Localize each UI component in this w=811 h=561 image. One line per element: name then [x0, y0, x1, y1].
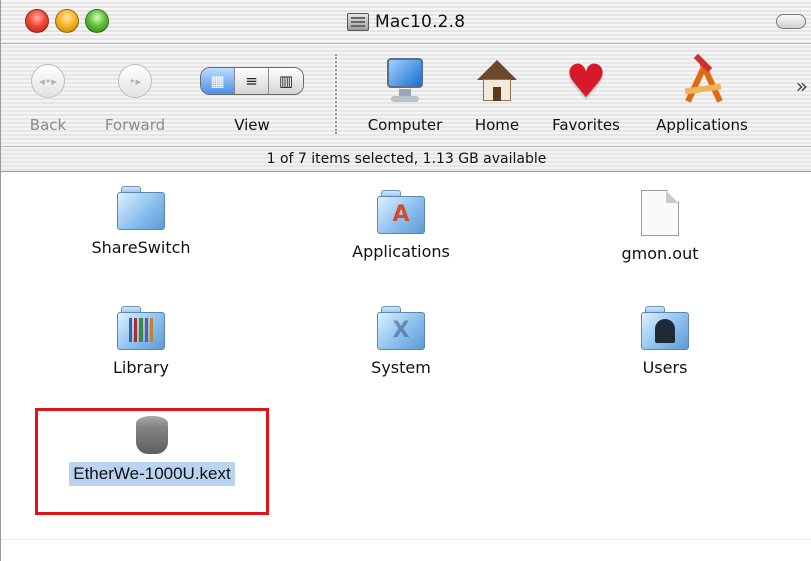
- file-label: gmon.out: [621, 244, 699, 263]
- applications-button[interactable]: Applications: [645, 44, 759, 146]
- home-icon: [475, 58, 519, 104]
- view-control: ▦ ≡ ▥ View: [193, 44, 311, 146]
- document-icon: [641, 190, 679, 236]
- status-text: 1 of 7 items selected, 1.13 GB available: [266, 151, 547, 167]
- favorites-label: Favorites: [552, 116, 620, 134]
- system-folder-icon: X: [377, 306, 425, 350]
- title-bar[interactable]: Mac10.2.8: [1, 0, 811, 44]
- close-button[interactable]: [25, 9, 49, 33]
- file-item-shareswitch[interactable]: ShareSwitch: [71, 186, 211, 259]
- computer-icon: [385, 58, 425, 104]
- icon-view-icon[interactable]: ▦: [201, 68, 235, 94]
- hard-disk-icon: [347, 13, 369, 31]
- computer-button[interactable]: Computer: [357, 44, 453, 146]
- view-segmented-control[interactable]: ▦ ≡ ▥: [200, 67, 304, 95]
- file-item-library[interactable]: Library: [71, 306, 211, 379]
- toolbar-overflow-icon[interactable]: »: [796, 74, 808, 98]
- computer-label: Computer: [367, 116, 443, 134]
- forward-button[interactable]: •▸ Forward: [95, 44, 175, 146]
- list-view-icon[interactable]: ≡: [235, 68, 269, 94]
- home-label: Home: [474, 116, 520, 134]
- file-label: Users: [642, 358, 688, 377]
- finder-window: Mac10.2.8 ◂•▸ Back •▸ Forward ▦ ≡ ▥ View: [0, 0, 811, 561]
- minimize-button[interactable]: [55, 9, 79, 33]
- file-item-system[interactable]: X System: [331, 306, 471, 379]
- column-view-icon[interactable]: ▥: [269, 68, 303, 94]
- applications-icon: [679, 53, 725, 104]
- forward-label: Forward: [104, 116, 166, 134]
- view-label: View: [234, 116, 270, 134]
- status-bar: 1 of 7 items selected, 1.13 GB available: [1, 146, 811, 172]
- heart-icon: ♥: [565, 54, 607, 108]
- file-label: Library: [113, 358, 169, 377]
- favorites-button[interactable]: ♥ Favorites: [543, 44, 629, 146]
- applications-folder-icon: A: [377, 190, 425, 234]
- home-button[interactable]: Home: [467, 44, 527, 146]
- toolbar: ◂•▸ Back •▸ Forward ▦ ≡ ▥ View Computer …: [1, 44, 811, 146]
- back-arrow-icon: ◂•▸: [31, 64, 65, 98]
- file-label: System: [371, 358, 431, 377]
- back-label: Back: [29, 116, 67, 134]
- users-folder-icon: [641, 306, 689, 350]
- file-item-gmon-out[interactable]: gmon.out: [595, 190, 725, 265]
- folder-icon: [117, 186, 165, 230]
- zoom-button[interactable]: [85, 9, 109, 33]
- file-label: Applications: [352, 242, 450, 261]
- applications-label: Applications: [656, 116, 748, 134]
- window-title-group: Mac10.2.8: [347, 10, 465, 34]
- annotation-highlight-box: [35, 408, 269, 515]
- library-folder-icon: [117, 306, 165, 350]
- back-button[interactable]: ◂•▸ Back: [23, 44, 73, 146]
- file-label: ShareSwitch: [91, 238, 191, 257]
- forward-arrow-icon: •▸: [118, 64, 152, 98]
- toolbar-toggle-button[interactable]: [776, 14, 806, 29]
- window-bottom-divider: [1, 539, 811, 540]
- file-item-applications[interactable]: A Applications: [331, 190, 471, 263]
- toolbar-separator: [335, 54, 337, 134]
- window-title: Mac10.2.8: [375, 12, 466, 32]
- file-item-users[interactable]: Users: [595, 306, 735, 379]
